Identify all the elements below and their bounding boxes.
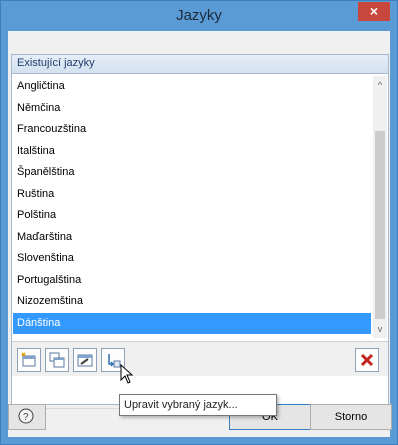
group-header: Existující jazyky (12, 55, 388, 74)
help-button[interactable]: ? (8, 404, 46, 430)
help-icon: ? (18, 408, 34, 424)
list-item[interactable]: Polština (13, 205, 371, 227)
copy-language-icon (49, 352, 65, 368)
delete-icon (360, 353, 374, 367)
list-item[interactable]: Francouzština (13, 119, 371, 141)
cancel-button[interactable]: Storno (310, 404, 392, 430)
list-item[interactable]: Nizozemština (13, 291, 371, 313)
list-item[interactable]: Italština (13, 141, 371, 163)
tooltip: Upravit vybraný jazyk... (119, 394, 277, 416)
scroll-down-button[interactable]: v (373, 322, 387, 336)
scroll-up-button[interactable]: ^ (373, 78, 387, 92)
title-bar[interactable]: Jazyky × (1, 1, 397, 31)
language-list[interactable]: Angličtina Němčina Francouzština Italština Š… (13, 76, 371, 334)
list-item[interactable]: Maďarština (13, 227, 371, 249)
list-item[interactable]: Španělština (13, 162, 371, 184)
vertical-scrollbar[interactable]: ^ v (373, 76, 387, 338)
window-title: Jazyky (176, 7, 222, 24)
edit-language-icon (77, 354, 93, 367)
list-item[interactable]: Němčina (13, 98, 371, 120)
list-item[interactable]: Slovenština (13, 248, 371, 270)
import-language-icon (108, 354, 121, 368)
list-toolbar (12, 341, 388, 376)
languages-group: Existující jazyky Angličtina Němčina Franc… (11, 54, 389, 405)
delete-language-button[interactable] (355, 348, 379, 372)
new-language-button[interactable] (17, 348, 41, 372)
copy-language-button[interactable] (45, 348, 69, 372)
mouse-cursor-icon (120, 364, 134, 384)
scroll-thumb[interactable] (375, 131, 385, 319)
list-item[interactable]: Angličtina (13, 76, 371, 98)
edit-language-button[interactable] (73, 348, 97, 372)
list-item[interactable]: Dánština (13, 312, 371, 334)
svg-text:?: ? (23, 412, 29, 423)
list-item[interactable]: Ruština (13, 184, 371, 206)
dialog-body: Existující jazyky Angličtina Němčina Franc… (8, 31, 390, 437)
new-language-icon (21, 352, 36, 367)
list-item[interactable]: Portugalština (13, 270, 371, 292)
close-button[interactable]: × (358, 2, 390, 21)
dialog-window: Jazyky × Existující jazyky Angličtina Něm… (0, 0, 398, 445)
group-title: Existující jazyky (17, 57, 95, 69)
